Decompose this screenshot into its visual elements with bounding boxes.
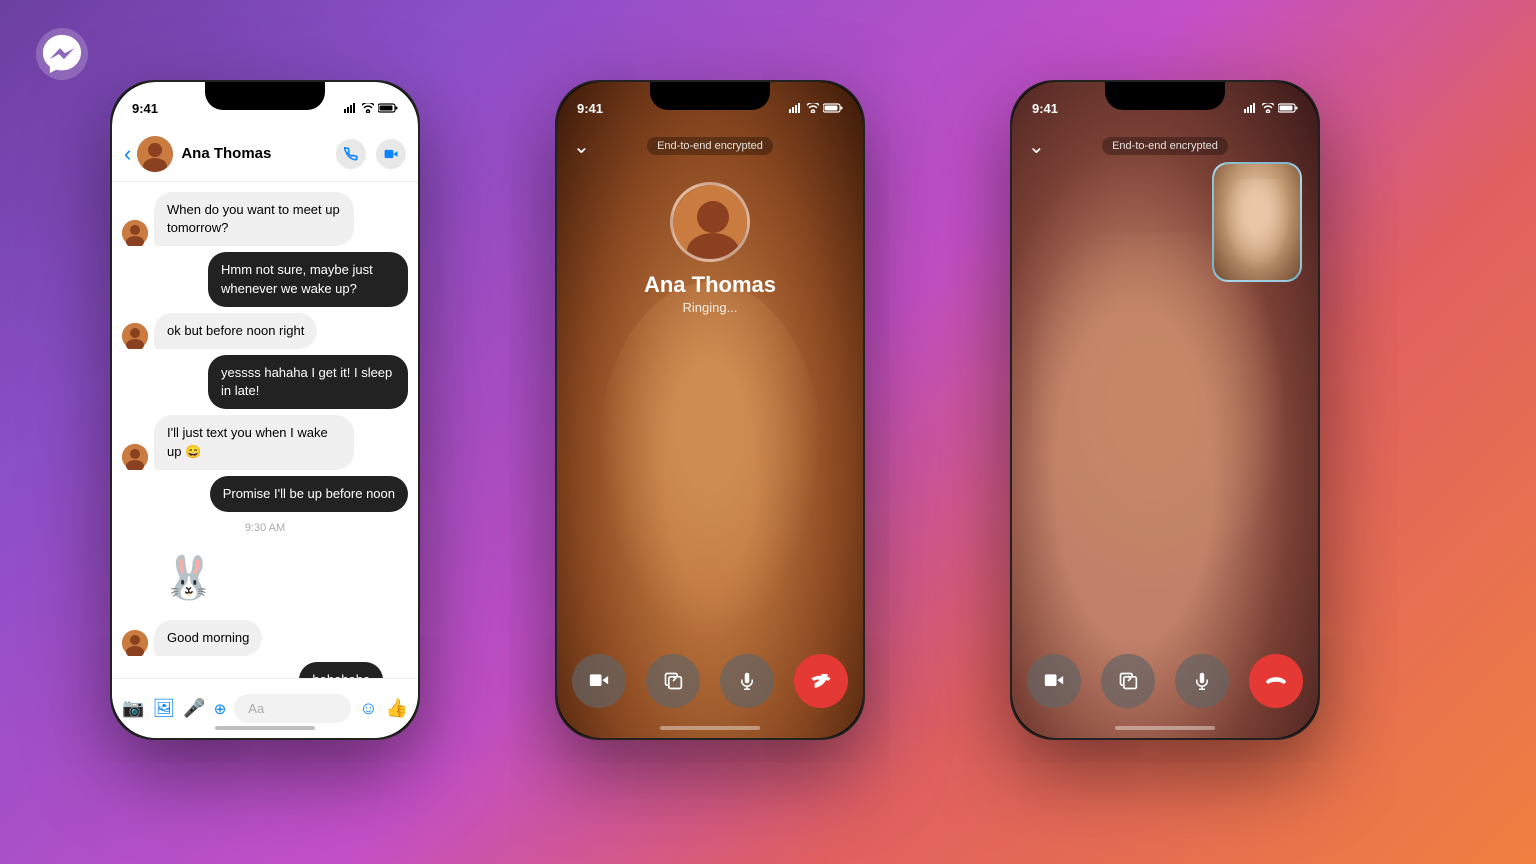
notch-3	[1105, 82, 1225, 110]
message-bubble: Good morning	[154, 620, 262, 656]
time-separator: 9:30 AM	[122, 522, 408, 534]
video-toggle-button-3[interactable]	[1027, 654, 1081, 708]
phone-active-inner: 9:41 ⌄ End-to-end encrypted	[1012, 82, 1318, 738]
flip-camera-button[interactable]	[646, 654, 700, 708]
phone-call-button[interactable]	[336, 139, 366, 169]
phone-video-call: 9:41 ⌄ End-to-end encrypted Ana Thomas R…	[555, 80, 865, 740]
caller-status: Ringing...	[557, 300, 863, 315]
video-background	[557, 82, 863, 738]
like-icon[interactable]: 👍	[386, 698, 408, 719]
call-header-bar-3: ⌄ End-to-end encrypted	[1012, 126, 1318, 166]
message-row: I'll just text you when I wake up 😄	[122, 415, 408, 469]
battery-icon-3	[1278, 103, 1298, 113]
call-controls	[557, 654, 863, 708]
message-row: Good morning	[122, 620, 408, 656]
msg-avatar	[122, 220, 148, 246]
status-icons-2	[789, 103, 843, 113]
signal-icon	[344, 103, 358, 113]
signal-icon-3	[1244, 103, 1258, 113]
phone-chat-inner: 9:41 ‹ Ana Thomas	[112, 82, 418, 738]
signal-icon-2	[789, 103, 803, 113]
message-bubble: I'll just text you when I wake up 😄	[154, 415, 354, 469]
message-row: Promise I'll be up before noon	[122, 476, 408, 512]
audio-icon[interactable]: 🎤	[183, 698, 205, 719]
messenger-logo	[36, 28, 88, 80]
emoji-icon[interactable]: ☺	[359, 698, 377, 719]
call-back-button-3[interactable]: ⌄	[1028, 134, 1045, 159]
mute-button[interactable]	[720, 654, 774, 708]
pip-face-overlay	[1224, 179, 1290, 270]
battery-icon-2	[823, 103, 843, 113]
end-call-button[interactable]	[794, 654, 848, 708]
whatsapp-icon[interactable]: ⊕	[214, 700, 227, 718]
home-indicator-2	[660, 726, 760, 730]
status-time-1: 9:41	[132, 101, 158, 116]
wifi-icon-3	[1262, 103, 1274, 113]
home-indicator-1	[215, 726, 315, 730]
camera-icon[interactable]: 📷	[122, 698, 144, 719]
encrypted-label-3: End-to-end encrypted	[1102, 137, 1228, 155]
phone-active-call: 9:41 ⌄ End-to-end encrypted	[1010, 80, 1320, 740]
status-time-2: 9:41	[577, 101, 603, 116]
chat-body: When do you want to meet up tomorrow? Hm…	[112, 182, 418, 678]
message-input[interactable]: Aa	[234, 694, 351, 723]
phone-chat: 9:41 ‹ Ana Thomas	[110, 80, 420, 740]
chat-header: ‹ Ana Thomas	[112, 126, 418, 182]
encrypted-label: End-to-end encrypted	[647, 137, 773, 155]
video-toggle-button[interactable]	[572, 654, 626, 708]
end-call-button-3[interactable]	[1249, 654, 1303, 708]
phone-video-inner: 9:41 ⌄ End-to-end encrypted Ana Thomas R…	[557, 82, 863, 738]
flip-camera-button-3[interactable]	[1101, 654, 1155, 708]
sticker: 🐰	[154, 544, 224, 614]
msg-avatar	[122, 630, 148, 656]
sticker-area: 🐰	[122, 544, 408, 614]
caller-avatar	[670, 182, 750, 262]
home-indicator-3	[1115, 726, 1215, 730]
message-bubble: When do you want to meet up tomorrow?	[154, 192, 354, 246]
wifi-icon	[362, 103, 374, 113]
caller-name: Ana Thomas	[557, 272, 863, 298]
msg-avatar	[122, 444, 148, 470]
message-bubble: Promise I'll be up before noon	[210, 476, 408, 512]
message-bubble: yessss hahaha I get it! I sleep in late!	[208, 355, 408, 409]
back-button[interactable]: ‹	[124, 141, 131, 167]
input-placeholder: Aa	[248, 701, 264, 716]
pip-self-view[interactable]	[1212, 162, 1302, 282]
status-icons-3	[1244, 103, 1298, 113]
call-back-button[interactable]: ⌄	[573, 134, 590, 159]
status-time-3: 9:41	[1032, 101, 1058, 116]
video-call-button[interactable]	[376, 139, 406, 169]
message-row: hahahaha ✓✓	[122, 662, 408, 678]
contact-name: Ana Thomas	[181, 145, 336, 162]
status-icons-1	[344, 103, 398, 113]
gallery-icon[interactable]: 🖼	[152, 698, 175, 719]
message-row: When do you want to meet up tomorrow?	[122, 192, 408, 246]
chat-header-icons	[336, 139, 406, 169]
message-bubble: Hmm not sure, maybe just whenever we wak…	[208, 252, 408, 306]
msg-avatar	[122, 323, 148, 349]
wifi-icon-2	[807, 103, 819, 113]
mute-button-3[interactable]	[1175, 654, 1229, 708]
contact-avatar	[137, 136, 173, 172]
message-row: Hmm not sure, maybe just whenever we wak…	[122, 252, 408, 306]
battery-icon	[378, 103, 398, 113]
message-row: ok but before noon right	[122, 313, 408, 349]
call-controls-3	[1012, 654, 1318, 708]
notch-2	[650, 82, 770, 110]
message-row: yessss hahaha I get it! I sleep in late!	[122, 355, 408, 409]
message-bubble: ok but before noon right	[154, 313, 317, 349]
caller-info: Ana Thomas Ringing...	[557, 272, 863, 315]
call-header-bar: ⌄ End-to-end encrypted	[557, 126, 863, 166]
message-bubble: hahahaha	[299, 662, 383, 678]
notch-1	[205, 82, 325, 110]
